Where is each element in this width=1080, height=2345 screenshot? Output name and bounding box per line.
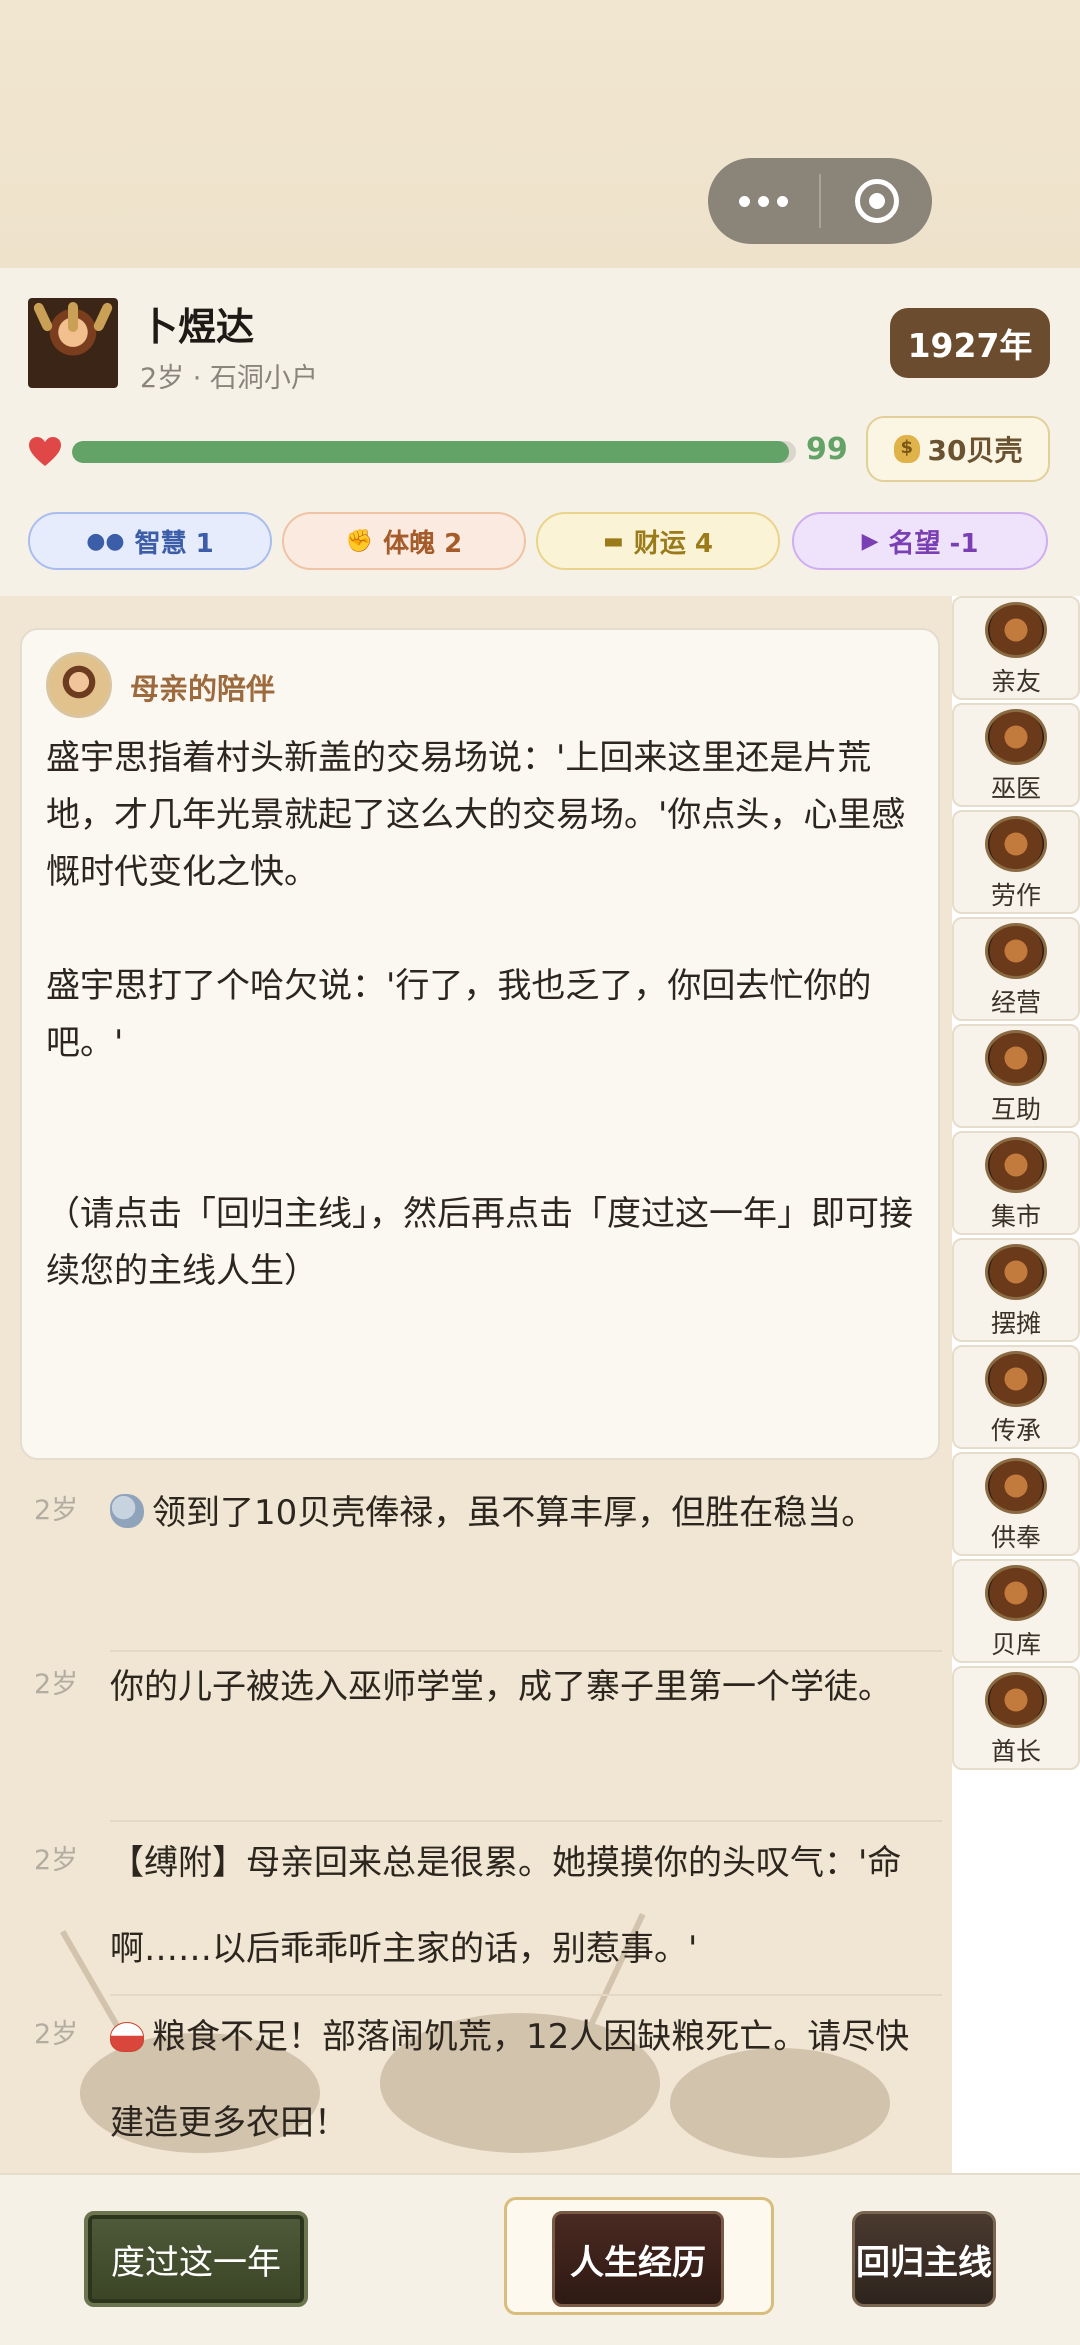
stat-label: 体魄 2 [383, 528, 463, 559]
hp-bar [72, 441, 796, 463]
status-bar-area [0, 0, 1080, 268]
player-subinfo: 2岁 · 石洞小户 [140, 363, 318, 394]
sidebar-item-business[interactable]: 经营 [952, 917, 1080, 1021]
stat-label: 财运 4 [633, 528, 713, 559]
market-icon [985, 1137, 1047, 1193]
megaphone-icon: ▶ [861, 528, 879, 554]
sidebar-item-shell-vault[interactable]: 贝库 [952, 1559, 1080, 1663]
sidebar-item-mutual-aid[interactable]: 互助 [952, 1024, 1080, 1128]
stat-reputation[interactable]: ▶ 名望 -1 [792, 512, 1048, 570]
capsule-divider [819, 174, 821, 228]
mother-avatar [46, 652, 112, 718]
stat-physique[interactable]: ✊ 体魄 2 [282, 512, 526, 570]
story-card: 母亲的陪伴 盛宇思指着村头新盖的交易场说：'上回来这里还是片荒地，才几年光景就起… [20, 628, 940, 1460]
log-age: 2岁 [34, 1669, 79, 1700]
heart-icon [29, 437, 61, 466]
log-text: 【缚附】母亲回来总是很累。她摸摸你的头叹气：'命啊……以后乖乖听主家的话，别惹事… [110, 1843, 902, 1969]
log-text: 粮食不足！部落闹饥荒，12人因缺粮死亡。请尽快建造更多农田！ [110, 2017, 910, 2143]
log-age: 2岁 [34, 2019, 79, 2050]
player-avatar[interactable] [28, 298, 118, 388]
sidebar-item-stall[interactable]: 摆摊 [952, 1238, 1080, 1342]
stat-fortune[interactable]: ▬ 财运 4 [536, 512, 780, 570]
action-sidebar: 亲友 巫医 劳作 经营 互助 集市 摆摊 传承 供奉 贝库 酋长 [952, 596, 1080, 2173]
sidebar-item-labor[interactable]: 劳作 [952, 810, 1080, 914]
bottom-action-bar: 度过这一年 人生经历 回归主线 [0, 2173, 1080, 2345]
sidebar-item-market[interactable]: 集市 [952, 1131, 1080, 1235]
sidebar-item-inheritance[interactable]: 传承 [952, 1345, 1080, 1449]
hp-value: 99 [806, 432, 848, 467]
log-age: 2岁 [34, 1845, 79, 1876]
sidebar-item-relatives[interactable]: 亲友 [952, 596, 1080, 700]
inheritance-icon [985, 1351, 1047, 1407]
player-name: 卜煜达 [140, 305, 255, 349]
vault-icon [985, 1565, 1047, 1621]
sidebar-item-offering[interactable]: 供奉 [952, 1452, 1080, 1556]
year-badge: 1927年 [890, 308, 1050, 378]
rice-bowl-icon [110, 2022, 144, 2052]
log-entry: 2岁 粮食不足！部落闹饥荒，12人因缺粮死亡。请尽快建造更多农田！ [0, 1994, 952, 2166]
hp-bar-fill [72, 441, 789, 463]
log-age: 2岁 [34, 1495, 79, 1526]
offering-icon [985, 1458, 1047, 1514]
story-title: 母亲的陪伴 [130, 672, 276, 706]
stall-icon [985, 1244, 1047, 1300]
miniprogram-capsule [708, 158, 932, 244]
close-target-icon[interactable] [822, 179, 932, 223]
tools-icon [985, 816, 1047, 872]
log-entry: 2岁 领到了10贝壳俸禄，虽不算丰厚，但胜在稳当。 [0, 1470, 952, 1652]
chief-icon [985, 1672, 1047, 1728]
stat-wisdom[interactable]: ●● 智慧 1 [28, 512, 272, 570]
shell-currency[interactable]: 30贝壳 [866, 416, 1050, 482]
stats-row: ●● 智慧 1 ✊ 体魄 2 ▬ 财运 4 ▶ 名望 -1 [28, 512, 1052, 570]
sidebar-item-chief[interactable]: 酋长 [952, 1666, 1080, 1770]
brain-icon: ●● [86, 528, 125, 554]
log-entry: 2岁 你的儿子被选入巫师学堂，成了寨子里第一个学徒。 [0, 1644, 952, 1822]
stat-label: 智慧 1 [134, 528, 214, 559]
relatives-icon [985, 602, 1047, 658]
shaman-icon [985, 709, 1047, 765]
money-bag-icon [893, 435, 920, 463]
more-icon[interactable] [708, 195, 818, 207]
gold-ingot-icon: ▬ [603, 528, 624, 554]
shell-amount: 30贝壳 [927, 434, 1023, 467]
sidebar-item-shaman[interactable]: 巫医 [952, 703, 1080, 807]
back-to-main-button[interactable]: 回归主线 [852, 2211, 996, 2307]
pass-year-button[interactable]: 度过这一年 [84, 2211, 308, 2307]
life-history-button[interactable]: 人生经历 [552, 2211, 724, 2307]
shell-icon [110, 1494, 144, 1528]
muscle-icon: ✊ [345, 528, 374, 554]
stat-label: 名望 -1 [888, 528, 979, 559]
log-text: 你的儿子被选入巫师学堂，成了寨子里第一个学徒。 [110, 1667, 892, 1707]
business-icon [985, 923, 1047, 979]
story-body: 盛宇思指着村头新盖的交易场说：'上回来这里还是片荒地，才几年光景就起了这么大的交… [46, 738, 913, 1291]
log-entry: 2岁 【缚附】母亲回来总是很累。她摸摸你的头叹气：'命啊……以后乖乖听主家的话，… [0, 1820, 952, 1996]
log-text: 领到了10贝壳俸禄，虽不算丰厚，但胜在稳当。 [110, 1470, 942, 1556]
player-header: 卜煜达 2岁 · 石洞小户 1927年 99 30贝壳 ●● 智慧 1 ✊ 体魄… [0, 268, 1080, 596]
mutual-aid-icon [985, 1030, 1047, 1086]
